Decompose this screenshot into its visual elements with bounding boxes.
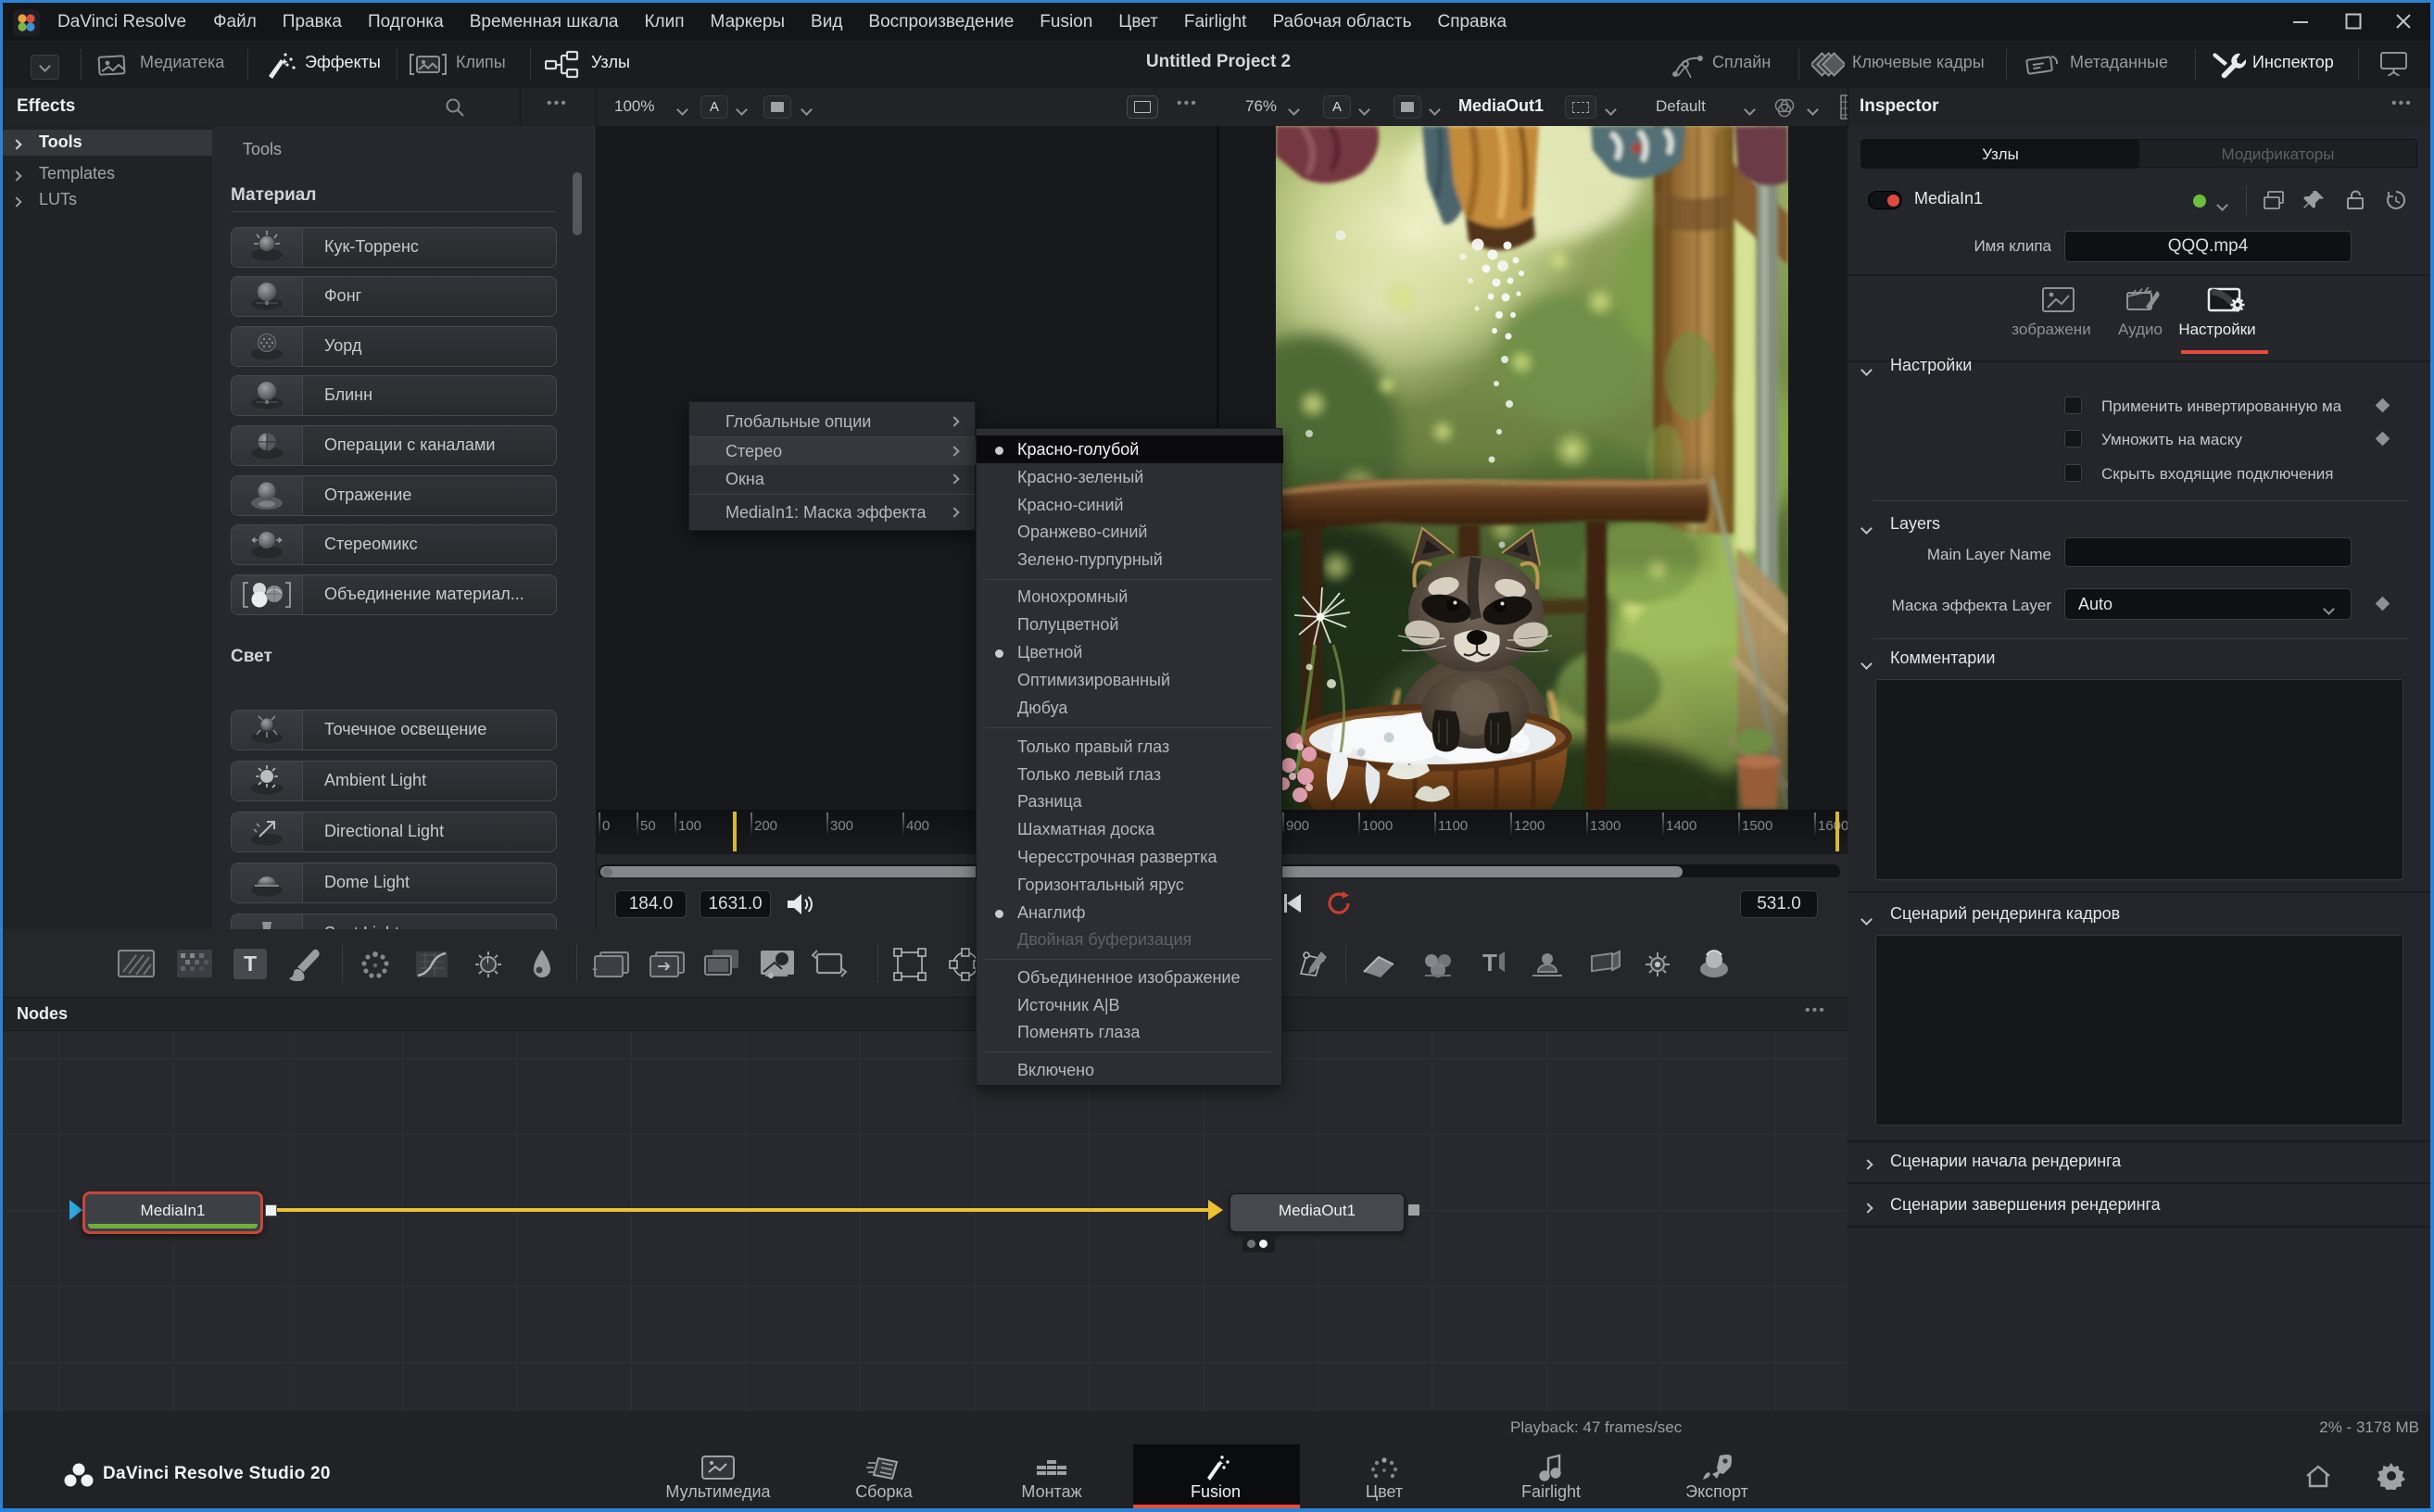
svg-text:T: T [1482,949,1497,976]
